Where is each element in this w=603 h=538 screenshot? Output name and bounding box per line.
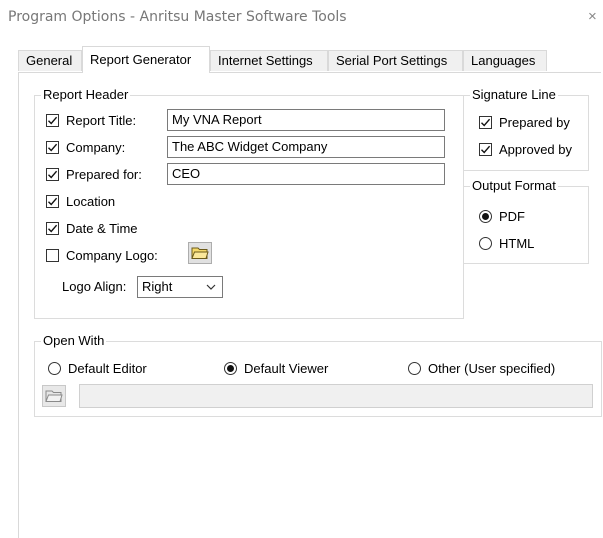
tab-serial-port-settings[interactable]: Serial Port Settings xyxy=(328,50,463,71)
html-radio[interactable]: HTML xyxy=(479,234,534,252)
open-with-path-input[interactable] xyxy=(79,384,593,408)
date-time-label: Date & Time xyxy=(66,220,138,236)
approved-by-label: Approved by xyxy=(499,141,572,157)
checkmark-icon xyxy=(481,118,491,127)
checkbox-box xyxy=(46,194,59,208)
radio-dot xyxy=(482,212,489,220)
company-logo-checkbox[interactable]: Company Logo: xyxy=(46,246,158,264)
other-user-specified-label: Other (User specified) xyxy=(428,360,556,376)
title-bar: Program Options - Anritsu Master Softwar… xyxy=(0,0,603,34)
radio-circle xyxy=(48,361,61,375)
report-header-title: Report Header xyxy=(41,87,131,103)
checkbox-box xyxy=(46,113,59,127)
company-label: Company: xyxy=(66,139,126,155)
tab-report-generator[interactable]: Report Generator xyxy=(82,46,210,73)
radio-circle xyxy=(224,361,237,375)
html-label: HTML xyxy=(499,235,535,251)
folder-icon xyxy=(45,390,63,402)
folder-icon xyxy=(191,247,209,259)
report-title-checkbox[interactable]: Report Title: xyxy=(46,111,136,129)
default-editor-label: Default Editor xyxy=(68,360,147,376)
default-viewer-radio[interactable]: Default Viewer xyxy=(224,359,328,377)
logo-align-value: Right xyxy=(142,279,173,294)
date-time-checkbox[interactable]: Date & Time xyxy=(46,219,138,237)
other-user-specified-radio[interactable]: Other (User specified) xyxy=(408,359,555,377)
close-button[interactable]: × xyxy=(588,8,603,26)
company-logo-browse-button[interactable] xyxy=(188,242,212,264)
radio-circle xyxy=(408,361,421,375)
checkmark-icon xyxy=(48,197,58,206)
company-logo-label: Company Logo: xyxy=(66,247,158,263)
radio-circle xyxy=(479,209,492,223)
checkbox-box xyxy=(46,140,59,154)
approved-by-checkbox[interactable]: Approved by xyxy=(479,140,572,158)
checkmark-icon xyxy=(48,170,58,179)
prepared-by-checkbox[interactable]: Prepared by xyxy=(479,113,570,131)
logo-align-select[interactable]: Right xyxy=(137,276,223,298)
checkbox-box xyxy=(46,248,59,262)
signature-line-title: Signature Line xyxy=(470,87,558,103)
open-with-title: Open With xyxy=(41,333,107,349)
report-header-group: Report Header Report Title: My VNA Repor… xyxy=(34,87,464,319)
checkmark-icon xyxy=(48,116,58,125)
company-checkbox[interactable]: Company: xyxy=(46,138,125,156)
output-format-title: Output Format xyxy=(470,178,558,194)
checkmark-icon xyxy=(48,143,58,152)
output-format-group: Output Format PDF HTML xyxy=(463,178,589,264)
checkbox-box xyxy=(479,115,492,129)
pdf-label: PDF xyxy=(499,208,525,224)
checkmark-icon xyxy=(48,224,58,233)
report-title-label: Report Title: xyxy=(66,112,137,128)
report-title-input[interactable]: My VNA Report xyxy=(167,109,445,131)
checkbox-box xyxy=(46,167,59,181)
tab-general[interactable]: General xyxy=(18,50,82,71)
checkbox-box xyxy=(479,142,492,156)
tab-internet-settings[interactable]: Internet Settings xyxy=(210,50,328,71)
tab-strip: General Report Generator Internet Settin… xyxy=(18,46,578,73)
prepared-for-checkbox[interactable]: Prepared for: xyxy=(46,165,142,183)
prepared-by-label: Prepared by xyxy=(499,114,570,130)
checkmark-icon xyxy=(481,145,491,154)
chevron-down-icon xyxy=(206,284,216,290)
logo-align-label: Logo Align: xyxy=(62,279,127,294)
window-title: Program Options - Anritsu Master Softwar… xyxy=(8,9,347,25)
location-label: Location xyxy=(66,193,116,209)
tab-panel-report-generator: Report Header Report Title: My VNA Repor… xyxy=(18,72,602,538)
open-with-browse-button[interactable] xyxy=(42,385,66,407)
radio-dot xyxy=(227,364,234,372)
checkbox-box xyxy=(46,221,59,235)
default-viewer-label: Default Viewer xyxy=(244,360,329,376)
open-with-group: Open With Default Editor Default Viewer … xyxy=(34,333,602,417)
default-editor-radio[interactable]: Default Editor xyxy=(48,359,147,377)
prepared-for-label: Prepared for: xyxy=(66,166,142,182)
pdf-radio[interactable]: PDF xyxy=(479,207,525,225)
close-icon: × xyxy=(588,8,597,25)
radio-circle xyxy=(479,236,492,250)
tab-languages[interactable]: Languages xyxy=(463,50,547,71)
location-checkbox[interactable]: Location xyxy=(46,192,115,210)
prepared-for-input[interactable]: CEO xyxy=(167,163,445,185)
signature-line-group: Signature Line Prepared by Approved by xyxy=(463,87,589,171)
company-input[interactable]: The ABC Widget Company xyxy=(167,136,445,158)
